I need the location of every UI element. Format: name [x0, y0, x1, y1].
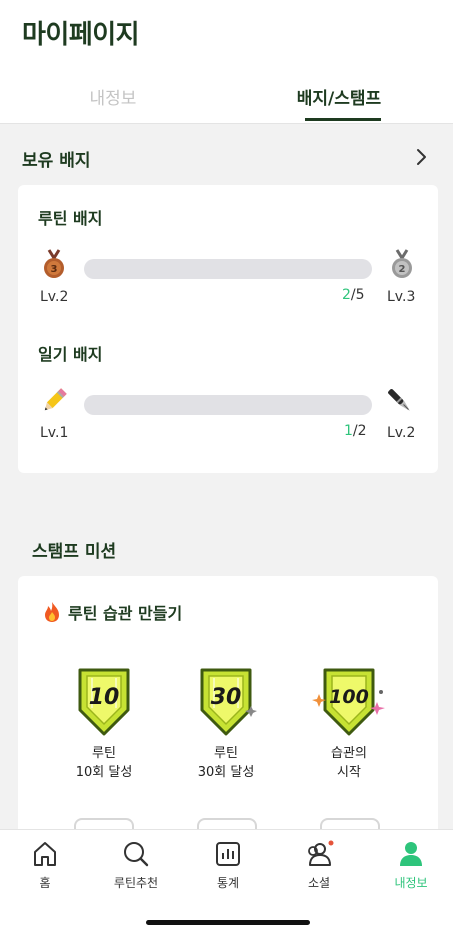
- nav-label: 통계: [216, 876, 240, 890]
- diary-next-level: Lv.2: [387, 425, 416, 441]
- home-icon: [34, 842, 56, 866]
- nav-label: 홈: [39, 876, 51, 890]
- routine-badge-progress-bar: [84, 259, 372, 279]
- tab-badge-stamp[interactable]: 배지/스탬프: [226, 84, 452, 109]
- nav-social[interactable]: 소셜: [274, 840, 364, 891]
- stamp-label: 습관의 시작: [331, 746, 367, 780]
- svg-text:3: 3: [51, 264, 58, 275]
- bronze-medal-icon: 3: [44, 249, 64, 278]
- nav-home[interactable]: 홈: [0, 840, 90, 891]
- active-tab-indicator: [305, 118, 381, 121]
- routine-current-level: Lv.2: [40, 289, 69, 305]
- diary-progress-current: 1: [344, 423, 353, 439]
- stamp-30-icon: 30: [200, 668, 257, 736]
- tab-my-info[interactable]: 내정보: [0, 84, 226, 109]
- stamp-mission-title: 스탬프 미션: [32, 542, 117, 562]
- header: 마이페이지 내정보 배지/스탬프: [0, 0, 453, 124]
- diary-progress-total: /2: [352, 423, 367, 439]
- routine-badge-title: 루틴 배지: [38, 209, 103, 228]
- mission-heading: 루틴 습관 만들기: [42, 600, 182, 624]
- nav-label: 소셜: [307, 876, 331, 890]
- users-icon: [308, 840, 334, 866]
- nav-label: 루틴추천: [113, 876, 159, 890]
- stamp-label: 루틴 30회 달성: [197, 746, 255, 780]
- pencil-icon: [44, 388, 67, 411]
- search-icon: [124, 842, 149, 867]
- chart-icon: [216, 842, 240, 866]
- notification-dot: [328, 840, 334, 846]
- stamp-mission-card: 루틴 습관 만들기 10 루틴 10회 달성 30 루틴 30회 달성 100: [18, 576, 438, 846]
- stamp-item[interactable]: 10 루틴 10회 달성: [59, 666, 149, 782]
- stamp-number: 30: [211, 685, 242, 710]
- owned-badges-title: 보유 배지: [22, 151, 91, 171]
- nav-label: 내정보: [394, 876, 428, 890]
- nav-routine-recommend[interactable]: 루틴추천: [91, 840, 181, 891]
- stamp-10-icon: 10: [78, 668, 130, 736]
- bottom-navigation: 홈 루틴추천 통계 소셜 내정보: [0, 829, 453, 932]
- fountain-pen-icon: [388, 389, 410, 411]
- fire-icon: [45, 602, 59, 622]
- routine-progress-total: /5: [350, 287, 365, 303]
- chevron-right-icon[interactable]: [412, 148, 430, 166]
- owned-badges-card: 루틴 배지 3 2 Lv.2 2/5 Lv.3 일기 배지 Lv.1 1/2 L…: [18, 185, 438, 473]
- nav-stats[interactable]: 통계: [183, 840, 273, 891]
- routine-next-level: Lv.3: [387, 289, 416, 305]
- svg-text:2: 2: [399, 264, 406, 275]
- home-indicator: [146, 920, 310, 925]
- stamp-item[interactable]: 100 습관의 시작: [304, 666, 394, 782]
- stamp-number: 100: [329, 686, 369, 708]
- diary-progress-count: 1/2: [344, 423, 367, 439]
- stamp-number: 10: [89, 685, 120, 710]
- nav-my-info[interactable]: 내정보: [366, 840, 453, 891]
- stamp-100-icon: 100: [312, 668, 385, 736]
- diary-badge-progress-bar: [84, 395, 372, 415]
- stamp-label: 루틴 10회 달성: [75, 746, 133, 780]
- mission-title-text: 루틴 습관 만들기: [68, 604, 183, 623]
- user-icon: [400, 842, 422, 866]
- routine-progress-current: 2: [342, 287, 351, 303]
- routine-progress-count: 2/5: [342, 287, 365, 303]
- page-title: 마이페이지: [22, 20, 140, 50]
- silver-medal-icon: 2: [392, 249, 412, 278]
- diary-badge-title: 일기 배지: [38, 345, 103, 364]
- diary-current-level: Lv.1: [40, 425, 69, 441]
- stamp-item[interactable]: 30 루틴 30회 달성: [181, 666, 271, 782]
